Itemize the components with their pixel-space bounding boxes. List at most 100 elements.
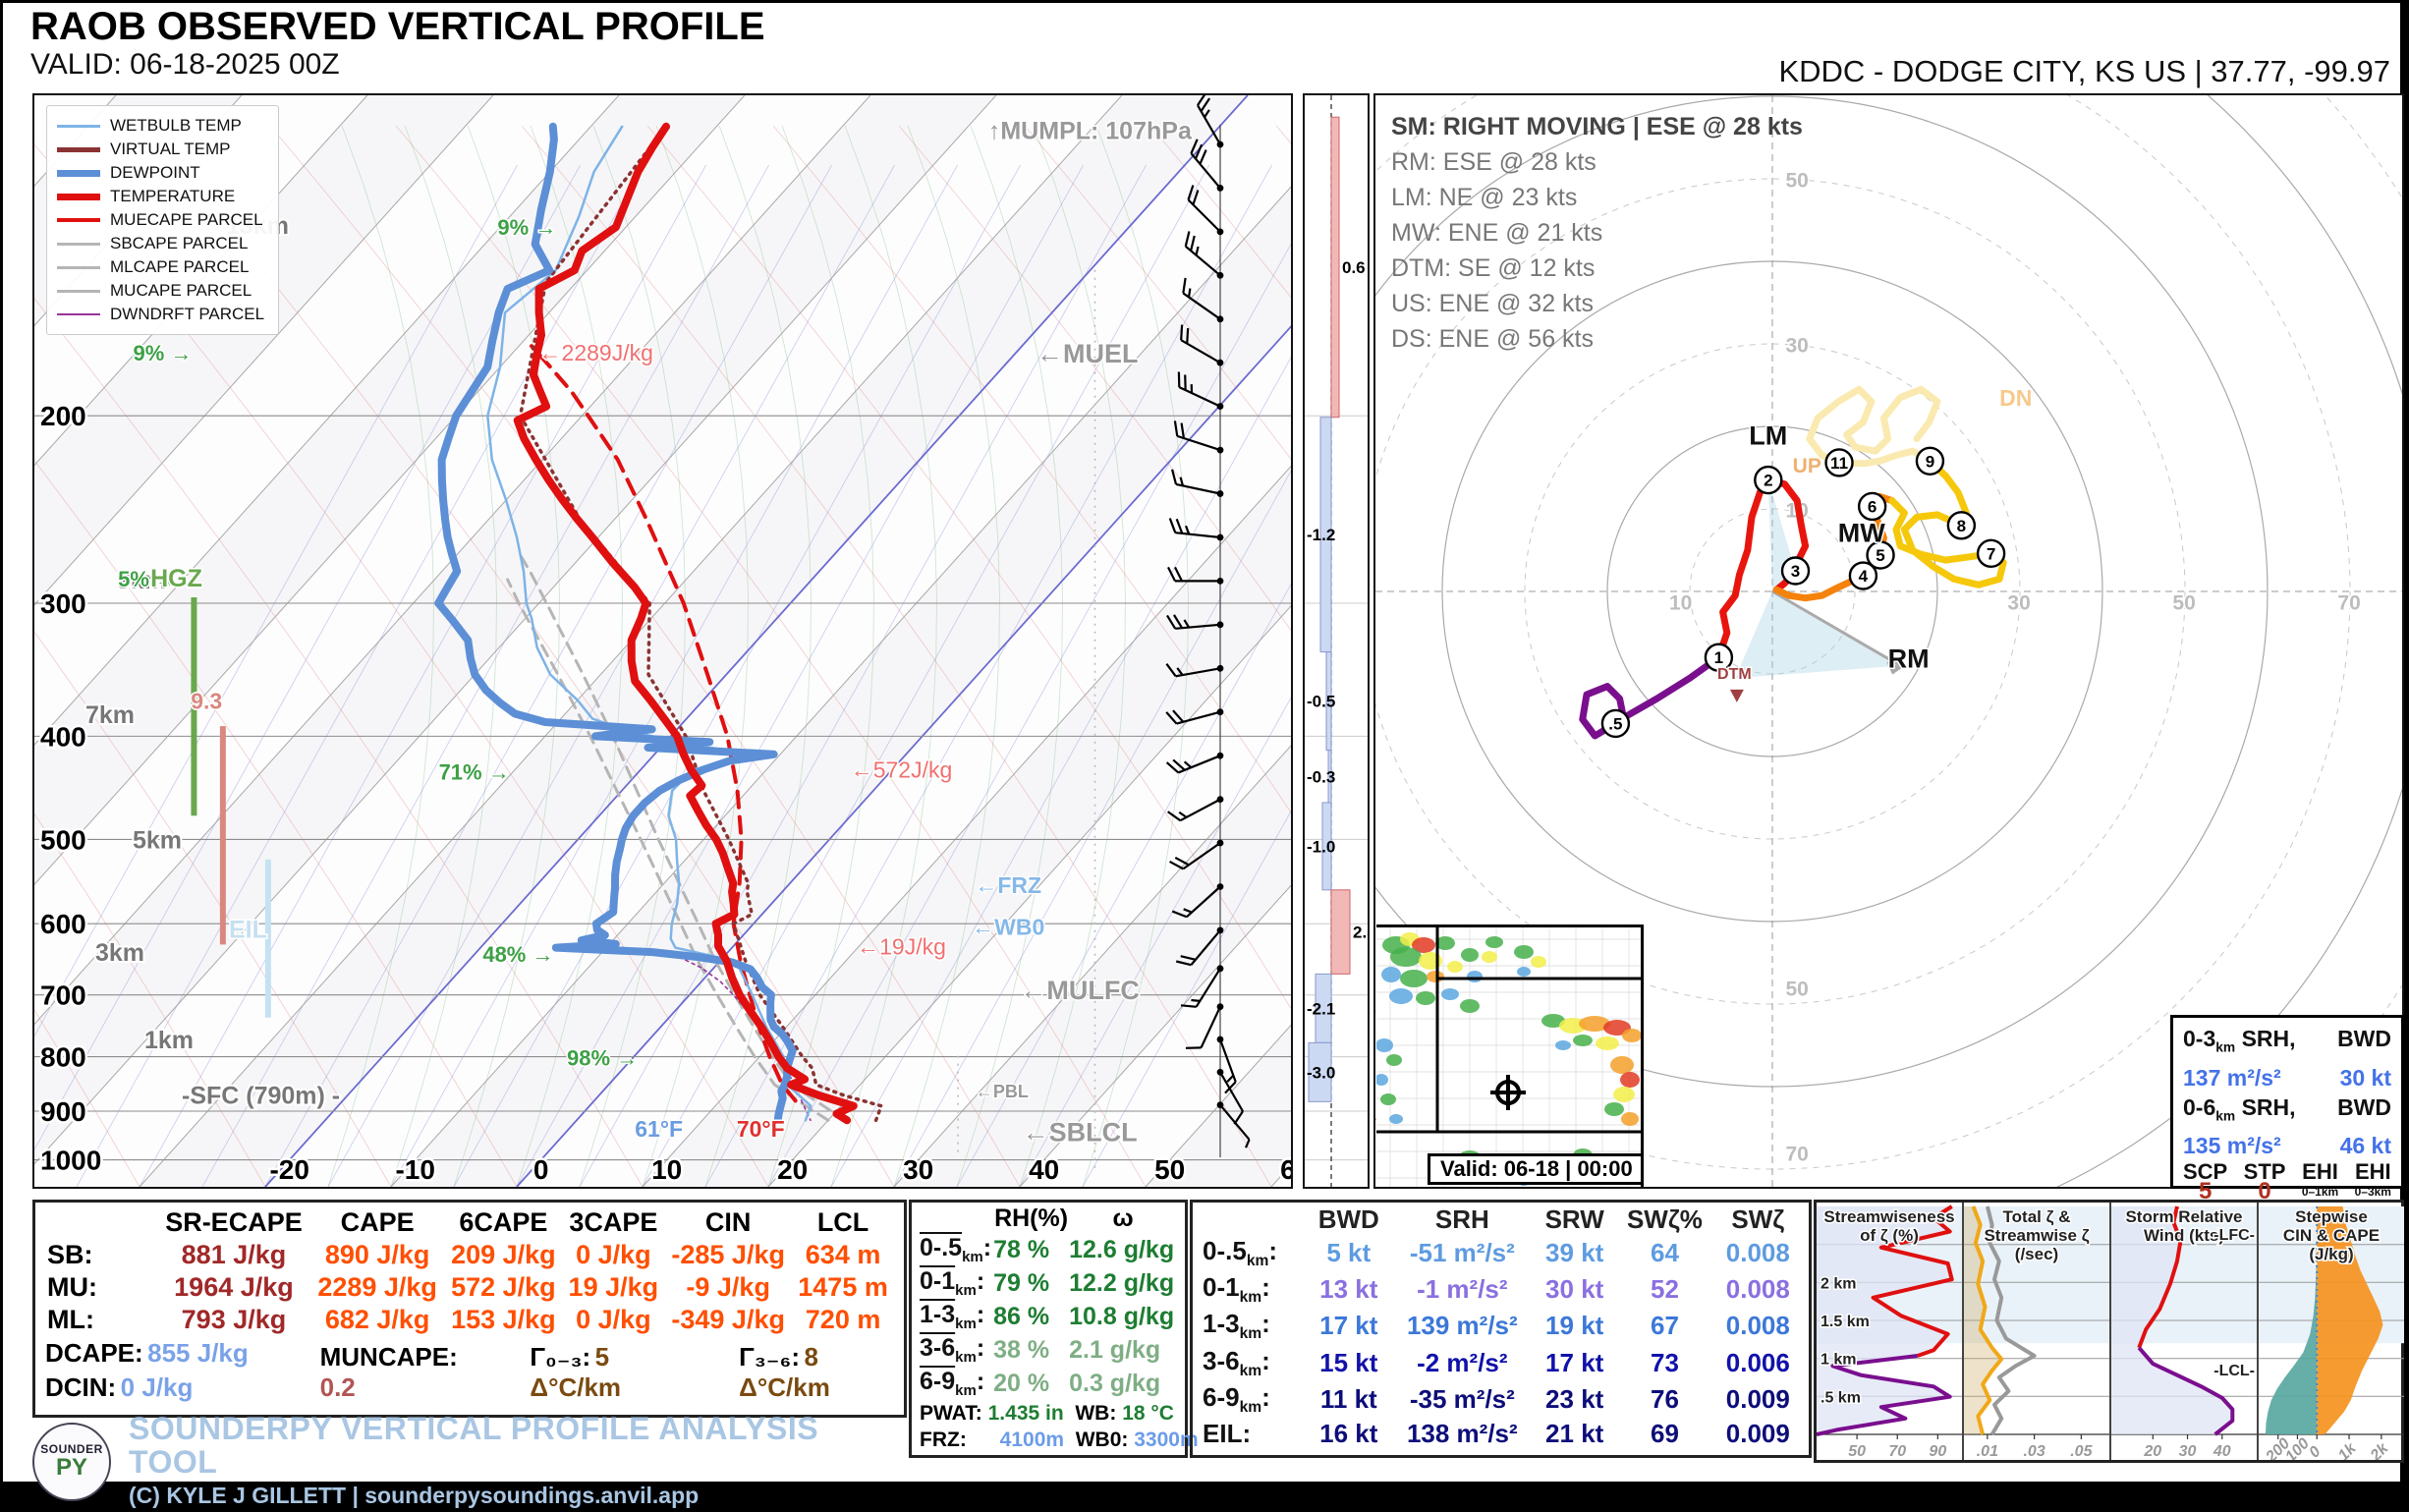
legend-swatch <box>57 218 100 222</box>
branding-line1: SOUNDERPY VERTICAL PROFILE ANALYSIS TOOL <box>129 1412 907 1479</box>
svg-text:←FRZ: ←FRZ <box>975 872 1041 898</box>
svg-text:50: 50 <box>1154 1154 1185 1185</box>
station-info: KDDC - DODGE CITY, KS US | 37.77, -99.97 <box>1778 54 2390 89</box>
svg-text:61°F: 61°F <box>635 1116 683 1142</box>
svg-text:-0.3: -0.3 <box>1307 767 1335 786</box>
svg-text:←2289J/kg: ←2289J/kg <box>539 340 653 365</box>
svg-text:8: 8 <box>1957 517 1966 535</box>
svg-text:9% →: 9% → <box>133 341 192 365</box>
svg-text:700: 700 <box>40 980 86 1011</box>
svg-text:0: 0 <box>2306 1443 2324 1460</box>
mini-panel-stepwise: StepwiseCIN & CAPE(J/kg)-200-10001k2k <box>2259 1203 2404 1460</box>
svg-text:30: 30 <box>2179 1443 2197 1460</box>
svg-text:4: 4 <box>1859 567 1869 586</box>
svg-text:20: 20 <box>2143 1443 2161 1460</box>
legend-item: WETBULB TEMP <box>57 114 264 138</box>
svg-text:-3.0: -3.0 <box>1307 1063 1335 1082</box>
svg-text:50: 50 <box>1785 979 1808 1001</box>
svg-text:1 km: 1 km <box>1821 1352 1856 1369</box>
svg-text:70: 70 <box>2337 591 2360 614</box>
svg-text:70: 70 <box>1888 1443 1906 1460</box>
branding: SOUNDER PY SOUNDERPY VERTICAL PROFILE AN… <box>32 1422 907 1502</box>
svg-text:9: 9 <box>1926 452 1934 471</box>
svg-text:HGZ: HGZ <box>150 565 202 592</box>
logo-text-main: PY <box>56 1454 87 1482</box>
svg-text:1: 1 <box>1714 648 1723 667</box>
svg-text:DTM: SE @ 12 kts: DTM: SE @ 12 kts <box>1391 254 1595 282</box>
svg-text:400: 400 <box>40 721 86 752</box>
omega-strip: 0.6 -1.2 -0.5 -0.3 -1.0 2.5 -2.1 -3.0 <box>1303 93 1370 1189</box>
app-frame: RAOB OBSERVED VERTICAL PROFILE VALID: 06… <box>0 0 2409 1505</box>
svg-text:10: 10 <box>651 1154 682 1185</box>
svg-text:2 km: 2 km <box>1821 1275 1856 1292</box>
svg-text:3: 3 <box>1791 562 1800 581</box>
svg-text:Streamwiseness: Streamwiseness <box>1823 1207 1954 1226</box>
svg-text:600: 600 <box>40 909 86 939</box>
legend-item: MLCAPE PARCEL <box>57 255 264 279</box>
svg-text:-2.1: -2.1 <box>1307 999 1335 1018</box>
legend-item: VIRTUAL TEMP <box>57 138 264 161</box>
svg-text:10: 10 <box>1669 591 1692 614</box>
mini-panel-zeta: Total ζ &Streamwise ζ(/sec).01.03.05 <box>1964 1203 2111 1460</box>
thermo-extra-row: DCAPE: 855 J/kgDCIN: 0 J/kgMUNCAPE: 0.2Γ… <box>45 1338 894 1407</box>
svg-text:Total ζ &: Total ζ & <box>2003 1207 2071 1226</box>
svg-text:.03: .03 <box>2023 1443 2045 1460</box>
svg-text:20: 20 <box>777 1154 808 1185</box>
shear-table: BWDSRHSRWSWζ%SWζ0-.5km:5 kt-51 m²/s²39 k… <box>1201 1204 1801 1450</box>
legend-swatch <box>57 290 100 293</box>
svg-text:←PBL: ←PBL <box>976 1082 1029 1101</box>
svg-text:.5: .5 <box>1608 714 1622 733</box>
legend-item: SBCAPE PARCEL <box>57 232 264 255</box>
svg-text:1000: 1000 <box>40 1146 101 1176</box>
svg-text:←MULFC: ←MULFC <box>1020 976 1139 1005</box>
mini-panel-streamwise: Streamwisenessof ζ (%)2 km1.5 km1 km.5 k… <box>1817 1203 1964 1460</box>
crosshair-icon <box>1490 1075 1526 1110</box>
thermo-table: SR-ECAPECAPE6CAPE3CAPECINLCLSB:881 J/kg8… <box>45 1206 894 1336</box>
sounderpy-logo: SOUNDER PY <box>32 1423 111 1501</box>
svg-text:2.5: 2.5 <box>1353 924 1368 942</box>
branding-line2: (C) KYLE J GILLETT | sounderpysoundings.… <box>129 1479 907 1512</box>
legend-swatch <box>57 313 100 315</box>
omega-chart: 0.6 -1.2 -0.5 -0.3 -1.0 2.5 -2.1 -3.0 <box>1305 95 1368 1187</box>
thermo-stats-box: SR-ECAPECAPE6CAPE3CAPECINLCLSB:881 J/kg8… <box>32 1200 907 1418</box>
svg-text:-0.5: -0.5 <box>1307 693 1335 711</box>
svg-text:30: 30 <box>1785 334 1808 357</box>
svg-text:5: 5 <box>1876 546 1884 565</box>
svg-text:US: ENE @ 32 kts: US: ENE @ 32 kts <box>1391 290 1594 317</box>
svg-text:DTM: DTM <box>1717 666 1752 683</box>
svg-text:3km: 3km <box>95 939 144 967</box>
svg-text:-LCL-: -LCL- <box>2213 1363 2255 1379</box>
svg-text:30: 30 <box>903 1154 933 1185</box>
svg-text:500: 500 <box>40 824 86 855</box>
svg-text:9% →: 9% → <box>497 215 556 240</box>
svg-text:.5 km: .5 km <box>1821 1389 1861 1406</box>
mini-panel-srw: Storm RelativeWind (kts)-LFC--LCL-203040 <box>2111 1203 2259 1460</box>
svg-text:MW: ENE @ 21 kts: MW: ENE @ 21 kts <box>1391 219 1602 247</box>
svg-text:-LFC-: -LFC- <box>2213 1227 2255 1244</box>
svg-text:RM: ESE @ 28 kts: RM: ESE @ 28 kts <box>1391 148 1597 176</box>
svg-text:←SBLCL: ←SBLCL <box>1023 1117 1138 1147</box>
svg-text:DN: DN <box>1999 385 2032 411</box>
svg-text:50: 50 <box>2172 591 2195 614</box>
skewt-legend: WETBULB TEMPVIRTUAL TEMPDEWPOINTTEMPERAT… <box>46 105 279 335</box>
svg-text:40: 40 <box>2213 1443 2231 1460</box>
svg-text:-1.2: -1.2 <box>1307 526 1335 544</box>
svg-text:5km: 5km <box>133 827 182 855</box>
legend-item: DEWPOINT <box>57 161 264 185</box>
svg-text:LM: NE @ 23 kts: LM: NE @ 23 kts <box>1391 184 1577 211</box>
svg-text:.01: .01 <box>1977 1443 1998 1460</box>
svg-text:(/sec): (/sec) <box>2015 1245 2058 1263</box>
svg-text:-1.0: -1.0 <box>1307 837 1335 856</box>
legend-item: DWNDRFT PARCEL <box>57 303 264 326</box>
svg-text:Stepwise: Stepwise <box>2295 1207 2368 1226</box>
svg-text:0.6: 0.6 <box>1342 258 1366 277</box>
page-title: RAOB OBSERVED VERTICAL PROFILE <box>30 5 765 49</box>
radar-inset: Valid: 06-18 | 00:00 <box>1376 924 1644 1187</box>
svg-text:70°F: 70°F <box>737 1116 785 1142</box>
svg-text:MW: MW <box>1838 519 1885 548</box>
svg-text:←19J/kg: ←19J/kg <box>857 933 946 959</box>
svg-text:71% →: 71% → <box>439 760 510 785</box>
svg-text:←WB0: ←WB0 <box>972 914 1044 939</box>
svg-text:40: 40 <box>1029 1154 1059 1185</box>
legend-item: MUCAPE PARCEL <box>57 279 264 303</box>
